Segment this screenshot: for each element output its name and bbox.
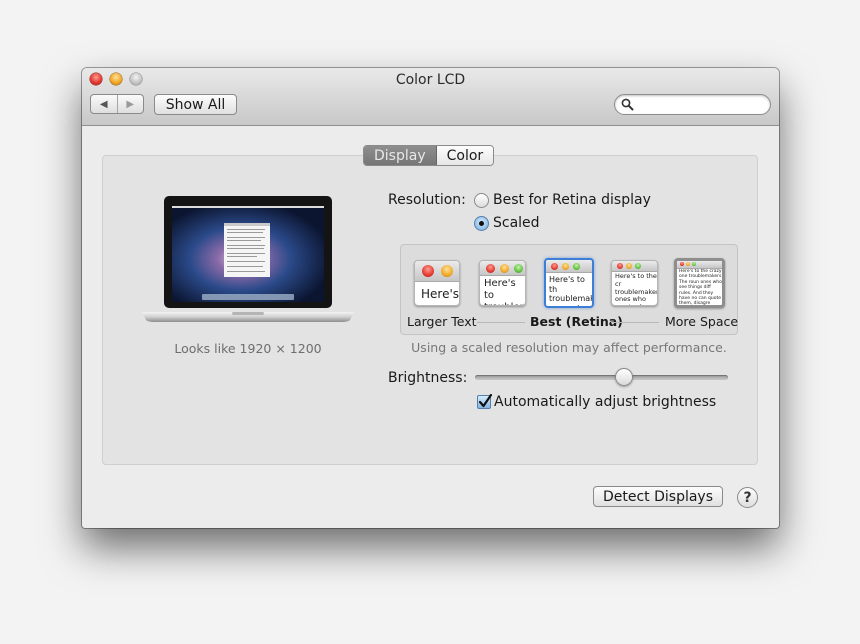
best-retina-label: Best (Retina) bbox=[530, 314, 623, 329]
document-window bbox=[224, 223, 270, 277]
auto-brightness-checkbox[interactable] bbox=[477, 393, 493, 409]
scale-option-3-best-retina[interactable]: Here's to th troublemak ones who bbox=[544, 258, 594, 308]
looks-like-caption: Looks like 1920 × 1200 bbox=[174, 341, 322, 356]
radio-best-for-retina-label[interactable]: Best for Retina display bbox=[493, 192, 651, 208]
forward-arrow-icon[interactable]: ▶ bbox=[118, 95, 144, 113]
checkmark-icon bbox=[478, 393, 493, 408]
scale-option-5[interactable]: Here's to the crazy one troublemakers. T… bbox=[674, 258, 725, 308]
preferences-window: Color LCD ◀ ▶ Show All Display Color Loo… bbox=[82, 68, 779, 528]
larger-text-label: Larger Text bbox=[407, 314, 477, 329]
radio-scaled[interactable] bbox=[474, 216, 489, 231]
auto-brightness-label[interactable]: Automatically adjust brightness bbox=[494, 394, 716, 410]
toolbar: Color LCD ◀ ▶ Show All bbox=[82, 68, 779, 126]
help-button[interactable]: ? bbox=[737, 487, 758, 508]
scale-option-1[interactable]: Here's bbox=[414, 260, 460, 306]
tab-bar: Display Color bbox=[363, 145, 495, 166]
scale-option-2[interactable]: Here's to troublem bbox=[479, 260, 526, 306]
more-space-label: More Space bbox=[665, 314, 739, 329]
back-forward-control: ◀ ▶ bbox=[90, 94, 144, 114]
back-arrow-icon[interactable]: ◀ bbox=[91, 95, 118, 113]
tab-color[interactable]: Color bbox=[436, 146, 494, 165]
tab-display[interactable]: Display bbox=[364, 146, 437, 165]
search-field[interactable] bbox=[614, 94, 771, 115]
resolution-label: Resolution: bbox=[388, 192, 466, 208]
search-input[interactable] bbox=[637, 97, 766, 113]
brightness-slider[interactable] bbox=[475, 375, 728, 380]
brightness-label: Brightness: bbox=[388, 370, 468, 386]
radio-best-for-retina[interactable] bbox=[474, 193, 489, 208]
scale-divider bbox=[477, 322, 525, 323]
show-all-button[interactable]: Show All bbox=[154, 94, 237, 115]
dock bbox=[202, 294, 294, 300]
radio-scaled-label[interactable]: Scaled bbox=[493, 215, 540, 231]
scale-divider bbox=[611, 322, 659, 323]
scale-option-4[interactable]: Here's to the cr troublemakers. ones who… bbox=[611, 260, 658, 306]
window-title: Color LCD bbox=[395, 72, 466, 88]
search-icon bbox=[621, 98, 634, 111]
performance-warning: Using a scaled resolution may affect per… bbox=[411, 340, 727, 355]
detect-displays-button[interactable]: Detect Displays bbox=[593, 486, 723, 507]
laptop-image bbox=[142, 196, 354, 322]
